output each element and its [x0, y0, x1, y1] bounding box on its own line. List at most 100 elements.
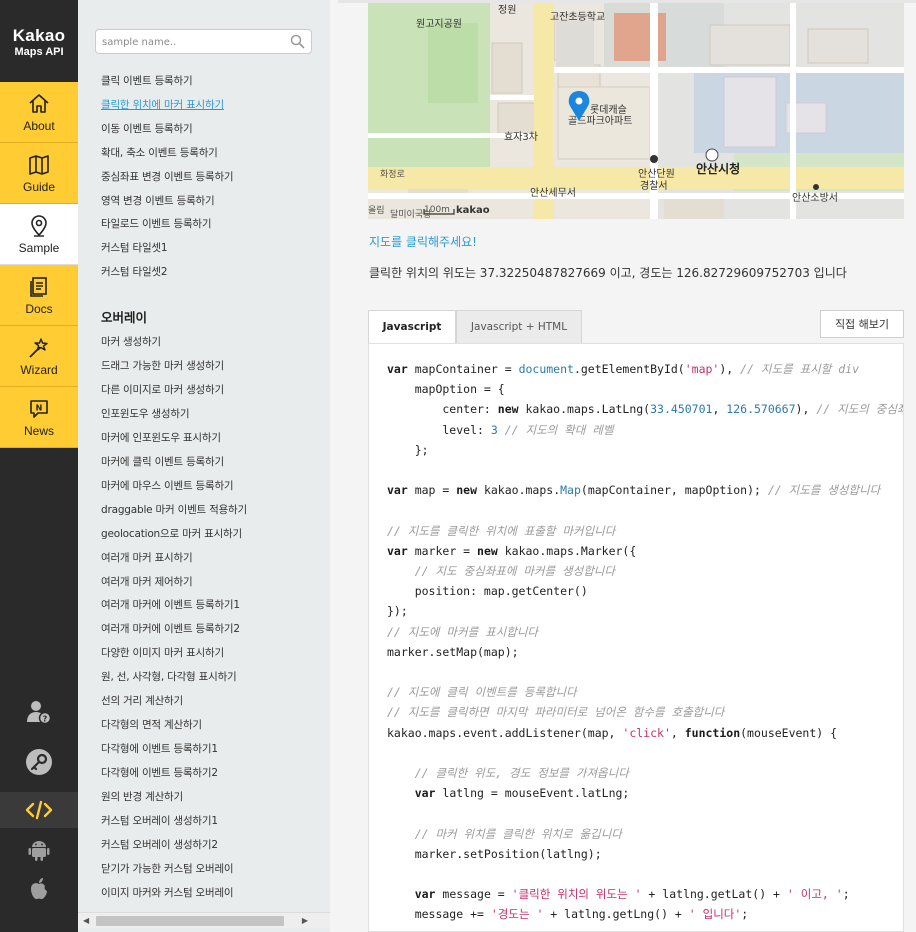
- sample-list-item[interactable]: 여러개 마커에 이벤트 등록하기2: [101, 621, 240, 636]
- scroll-right-icon[interactable]: ▶: [302, 916, 308, 925]
- section-title-overlay: 오버레이: [101, 310, 148, 325]
- home-icon: [29, 93, 49, 113]
- nav-guide[interactable]: Guide: [0, 143, 78, 204]
- search-icon[interactable]: [290, 34, 305, 49]
- android-icon[interactable]: [0, 832, 78, 868]
- scrollbar-thumb[interactable]: [96, 916, 284, 926]
- try-it-button[interactable]: 직접 해보기: [820, 310, 904, 338]
- sample-list-item[interactable]: 커스텀 타일셋1: [101, 240, 168, 255]
- sample-list-item[interactable]: 마커에 인포윈도우 표시하기: [101, 430, 221, 445]
- sample-list-item[interactable]: 영역 변경 이벤트 등록하기: [101, 193, 215, 208]
- sample-list-item[interactable]: 다각형의 면적 계산하기: [101, 717, 202, 732]
- app-root: Kakao Maps API About Guide Sample Docs W…: [0, 0, 916, 932]
- map-label-school: 고잔초등학교: [550, 11, 605, 23]
- map-label-hwajeong: 화정로: [380, 169, 405, 180]
- panel-separator: [330, 0, 338, 932]
- main-content: 원고지공원 정원 고잔초등학교 롯데캐슬 골드파크아파트 효자3차 화정로 안산…: [338, 0, 916, 932]
- map-label-cityhall: 안산시청: [696, 161, 740, 176]
- sample-list-item[interactable]: 확대, 축소 이벤트 등록하기: [101, 145, 218, 160]
- sample-list-item[interactable]: 여러개 마커 제어하기: [101, 574, 193, 589]
- sample-list-item[interactable]: 이미지 마커와 커스텀 오버레이: [101, 885, 234, 900]
- sample-list-item[interactable]: 마커에 마우스 이벤트 등록하기: [101, 478, 234, 493]
- kakao-map-logo: kakao: [456, 205, 490, 216]
- map-label-school-top: 정원: [498, 4, 516, 16]
- sample-list-item[interactable]: 클릭한 위치에 마커 표시하기: [101, 97, 224, 112]
- sample-list-item[interactable]: draggable 마커 이벤트 적용하기: [101, 502, 247, 517]
- code-panel: var mapContainer = document.getElementBy…: [368, 343, 904, 932]
- apple-icon[interactable]: [0, 871, 78, 907]
- sample-list-item[interactable]: 마커 생성하기: [101, 334, 161, 349]
- nav-wizard-label: Wizard: [20, 362, 58, 377]
- sample-list-item[interactable]: 커스텀 오버레이 생성하기1: [101, 813, 218, 828]
- sample-list-item[interactable]: 클릭 이벤트 등록하기: [101, 73, 193, 88]
- cityhall-icon: [705, 148, 719, 162]
- kakao-logo[interactable]: Kakao Maps API: [0, 0, 78, 82]
- map-label-hyoja: 효자3차: [504, 131, 538, 143]
- key-icon[interactable]: [0, 744, 78, 780]
- code-block: var mapContainer = document.getElementBy…: [387, 362, 903, 922]
- svg-text:?: ?: [43, 715, 48, 724]
- sample-list-item[interactable]: 드래그 가능한 마커 생성하기: [101, 358, 224, 373]
- map-book-icon: [29, 154, 49, 175]
- tab-javascript[interactable]: Javascript: [368, 310, 456, 344]
- nav-news[interactable]: N News: [0, 387, 78, 448]
- nav-about[interactable]: About: [0, 82, 78, 143]
- map-canvas[interactable]: 원고지공원 정원 고잔초등학교 롯데캐슬 골드파크아파트 효자3차 화정로 안산…: [368, 3, 904, 219]
- sample-list-panel: 클릭 이벤트 등록하기클릭한 위치에 마커 표시하기이동 이벤트 등록하기확대,…: [78, 0, 330, 932]
- map-label-park: 원고지공원: [416, 18, 462, 30]
- logo-subtitle: Maps API: [14, 46, 64, 58]
- click-result-text: 클릭한 위치의 위도는 37.32250487827669 이고, 경도는 12…: [369, 266, 847, 280]
- fire-station-icon: [813, 184, 819, 190]
- sample-list-item[interactable]: 커스텀 타일셋2: [101, 264, 168, 279]
- wand-icon: [29, 337, 48, 358]
- map-view[interactable]: 원고지공원 정원 고잔초등학교 롯데캐슬 골드파크아파트 효자3차 화정로 안산…: [368, 3, 904, 219]
- sample-list-item[interactable]: 원, 선, 사각형, 다각형 표시하기: [101, 669, 237, 684]
- sample-list-item[interactable]: 선의 거리 계산하기: [101, 693, 183, 708]
- nav-guide-label: Guide: [22, 179, 56, 194]
- sample-list-item[interactable]: 닫기가 가능한 커스텀 오버레이: [101, 861, 234, 876]
- news-icon: N: [30, 399, 48, 418]
- sample-list-item[interactable]: 여러개 마커 표시하기: [101, 550, 193, 565]
- nav-about-label: About: [23, 118, 55, 133]
- sample-list-item[interactable]: 중심좌표 변경 이벤트 등록하기: [101, 169, 234, 184]
- map-label-police: 안산단원: [638, 168, 675, 180]
- nav-wizard[interactable]: Wizard: [0, 326, 78, 387]
- code-icon[interactable]: [0, 792, 78, 828]
- map-label-police2: 경찰서: [640, 179, 668, 192]
- map-pin-icon: [31, 214, 47, 237]
- nav-news-label: News: [23, 423, 54, 438]
- sample-list-item[interactable]: geolocation으로 마커 표시하기: [101, 526, 242, 541]
- sample-list-item[interactable]: 마커에 클릭 이벤트 등록하기: [101, 454, 224, 469]
- search-input[interactable]: [96, 31, 281, 54]
- sample-list-item[interactable]: 원의 반경 계산하기: [101, 789, 183, 804]
- map-scale-label: 100m: [424, 205, 450, 215]
- sample-list-item[interactable]: 커스텀 오버레이 생성하기2: [101, 837, 218, 852]
- horizontal-scrollbar[interactable]: ◀ ▶: [78, 912, 330, 928]
- sample-list-item[interactable]: 이동 이벤트 등록하기: [101, 121, 193, 136]
- logo-title: Kakao: [12, 26, 66, 45]
- nav-docs-label: Docs: [25, 301, 53, 316]
- user-help-icon[interactable]: ?: [0, 694, 78, 730]
- left-nav-rail: Kakao Maps API About Guide Sample Docs W…: [0, 0, 78, 932]
- sample-list-item[interactable]: 다각형에 이벤트 등록하기1: [101, 741, 218, 756]
- map-instruction: 지도를 클릭해주세요!: [369, 235, 477, 249]
- map-label-tax: 안산세무서: [530, 187, 576, 199]
- sample-list-item[interactable]: 여러개 마커에 이벤트 등록하기1: [101, 597, 240, 612]
- scroll-left-icon[interactable]: ◀: [83, 916, 89, 925]
- map-label-fire: 안산소방서: [792, 192, 838, 204]
- sample-list-item[interactable]: 인포윈도우 생성하기: [101, 406, 189, 421]
- sample-list-item[interactable]: 다각형에 이벤트 등록하기2: [101, 765, 218, 780]
- police-icon: [650, 155, 658, 163]
- map-label-apt: 롯데캐슬: [590, 104, 627, 116]
- svg-text:N: N: [36, 403, 43, 412]
- sample-list-item[interactable]: 다양한 이미지 마커 표시하기: [101, 645, 224, 660]
- sample-list-item[interactable]: 타일로드 이벤트 등록하기: [101, 216, 212, 231]
- nav-sample-label: Sample: [18, 240, 60, 255]
- tab-javascript-html[interactable]: Javascript + HTML: [456, 310, 582, 344]
- nav-docs[interactable]: Docs: [0, 265, 78, 326]
- search-box: [95, 29, 312, 54]
- nav-sample[interactable]: Sample: [0, 204, 78, 265]
- map-label-olrim: 올림: [368, 204, 385, 216]
- sample-list-item[interactable]: 다른 이미지로 마커 생성하기: [101, 382, 224, 397]
- docs-icon: [30, 276, 47, 297]
